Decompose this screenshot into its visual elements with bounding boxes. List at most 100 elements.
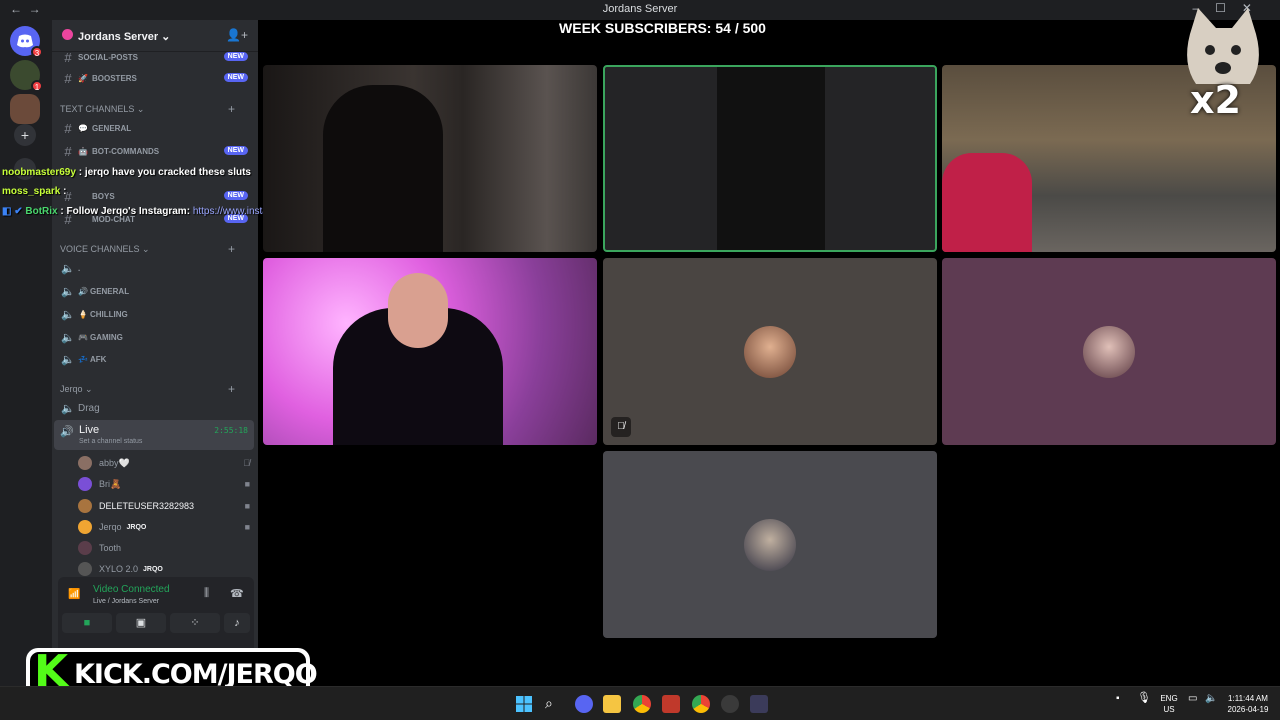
video-tile-avatar[interactable]: 🎙̸ [603, 258, 937, 445]
video-tile[interactable] [263, 258, 597, 445]
file-explorer-icon[interactable] [603, 695, 621, 713]
disconnect-icon[interactable]: ☎ [230, 587, 244, 600]
channel-label: GAMING [89, 332, 123, 342]
voice-channel-general[interactable]: 🔈 🔊 GENERAL [58, 281, 254, 301]
user-name: Bri🧸 [99, 478, 122, 489]
video-tile-speaking[interactable] [603, 65, 937, 252]
windows-start-icon[interactable] [515, 695, 533, 713]
server-icon-jordans[interactable] [10, 94, 40, 124]
add-channel-icon[interactable]: + [228, 382, 235, 396]
volume-icon[interactable]: 🔈 [1205, 693, 1217, 704]
speaker-icon: 🔊 [60, 426, 74, 438]
channel-emoji: 💤 [78, 354, 88, 364]
network-icon[interactable]: ▭ [1188, 693, 1197, 704]
channel-label: BOT-COMMANDS [92, 146, 160, 156]
channel-boosters[interactable]: # 🚀 BOOSTERS NEW [58, 68, 254, 88]
search-icon[interactable]: ⌕ [545, 695, 563, 713]
voice-channel-drag[interactable]: 🔈 Drag [58, 398, 254, 418]
channel-bot-commands[interactable]: # 🤖 BOT-COMMANDS NEW [58, 141, 254, 161]
channel-label: Live [79, 424, 100, 436]
category-label: VOICE CHANNELS ⌄ [60, 244, 150, 254]
chrome-icon[interactable] [633, 695, 651, 713]
avatar [78, 456, 92, 470]
voice-user[interactable]: Bri🧸 ■ [78, 474, 252, 494]
channel-boys[interactable]: # BOYS NEW [58, 186, 254, 206]
microphone-icon[interactable]: 🎙 [1137, 693, 1151, 704]
video-tile-avatar[interactable] [603, 451, 937, 638]
camera-button[interactable]: ■ [62, 613, 112, 633]
user-name: Jerqo [99, 522, 122, 532]
voicemod-icon[interactable] [662, 695, 680, 713]
voice-user[interactable]: abby🤍 🎙̸ [78, 453, 252, 473]
noise-suppression-icon[interactable]: ⫼ [204, 587, 209, 600]
channel-label: GENERAL [92, 123, 132, 133]
chat-sep: : [75, 167, 85, 178]
voice-user[interactable]: Jerqo JRQO ■ [78, 517, 252, 537]
channel-emoji: 💬 [78, 123, 88, 133]
chat-overlay-line: noobmaster69y : jerqo have you cracked t… [2, 167, 251, 178]
cat-overlay-image: x2 [1176, 4, 1268, 124]
obs-icon[interactable] [721, 695, 739, 713]
speaker-icon: 🔈 [61, 402, 75, 415]
camera-icon: ■ [244, 522, 250, 532]
voice-channel-afk[interactable]: 🔈 💤 AFK [58, 349, 254, 369]
language-indicator[interactable]: ENG US [1158, 693, 1180, 715]
chat-overlay-line: moss_spark : [2, 186, 66, 197]
voice-user[interactable]: Tooth [78, 538, 252, 558]
speaker-icon: 🔈 [61, 262, 75, 275]
voice-channel-gaming[interactable]: 🔈 🎮 GAMING [58, 327, 254, 347]
avatar [1083, 325, 1135, 378]
add-server-icon[interactable]: + [14, 124, 36, 146]
app-icon[interactable] [750, 695, 768, 713]
participant-silhouette [323, 85, 443, 252]
video-tile[interactable] [263, 65, 597, 252]
activities-button[interactable]: ⁘ [170, 613, 220, 633]
user-tag: JRQO [126, 523, 147, 531]
participant-face [388, 273, 448, 348]
channel-label: SOCIAL-POSTS [78, 52, 139, 62]
add-channel-icon[interactable]: + [228, 102, 235, 116]
avatar [78, 562, 92, 576]
channel-label: AFK [89, 354, 107, 364]
voice-channel-live[interactable]: 🔊 Live Set a channel status 2:55:18 [54, 420, 254, 450]
title-bar: ← → Jordans Server –☐✕ [0, 0, 1280, 20]
user-tag: JRQO [143, 565, 163, 573]
voice-user[interactable]: XYLO 2.0 JRQO [78, 559, 252, 579]
screen-share-button[interactable]: ▣ [116, 613, 166, 633]
server-icon-1[interactable]: 1 [10, 60, 43, 92]
tray-app-icon[interactable]: ▪ [1116, 693, 1120, 704]
user-name: DELETEUSER3282983 [99, 501, 195, 511]
channel-emoji: 🔊 [78, 286, 88, 296]
signal-icon[interactable]: 📶 [68, 589, 80, 600]
user-name: XYLO 2.0 [99, 564, 139, 574]
avatar [744, 518, 796, 571]
clock-time: 1:11:44 AM [1228, 694, 1268, 703]
category-jerqo[interactable]: Jerqo ⌄ + [60, 382, 235, 396]
avatar [78, 541, 92, 555]
category-text-channels[interactable]: TEXT CHANNELS ⌄ + [60, 102, 235, 116]
notification-badge: 3 [31, 46, 43, 58]
channel-social-posts[interactable]: # SOCIAL-POSTS NEW [58, 47, 254, 67]
add-channel-icon[interactable]: + [228, 242, 235, 256]
category-voice-channels[interactable]: VOICE CHANNELS ⌄ + [60, 242, 235, 256]
discord-taskbar-icon[interactable] [575, 695, 593, 713]
chrome-profile-icon[interactable] [692, 695, 710, 713]
new-badge: NEW [223, 191, 248, 200]
voice-channel-dot[interactable]: 🔈 . [58, 258, 254, 278]
hash-icon: # [64, 120, 72, 136]
video-tile-avatar[interactable] [942, 258, 1276, 445]
new-badge: NEW [223, 73, 248, 82]
clock-date: 2026-04-19 [1227, 705, 1269, 714]
hash-icon: # [64, 49, 72, 65]
channel-status[interactable]: Set a channel status [79, 438, 142, 445]
region-code: US [1163, 705, 1175, 714]
avatar [78, 499, 92, 513]
voice-user[interactable]: DELETEUSER3282983 ■ [78, 496, 252, 516]
channel-general[interactable]: # 💬 GENERAL [58, 118, 254, 138]
channel-label: BOYS [92, 191, 115, 201]
voice-channel-chilling[interactable]: 🔈 🍦 CHILLING [58, 304, 254, 324]
bot-icon: ◧ ✔ [2, 206, 23, 217]
connection-location[interactable]: Live / Jordans Server [93, 598, 159, 605]
soundboard-button[interactable]: ♪ [224, 613, 250, 633]
clock[interactable]: 1:11:44 AM 2026-04-19 [1224, 693, 1272, 715]
